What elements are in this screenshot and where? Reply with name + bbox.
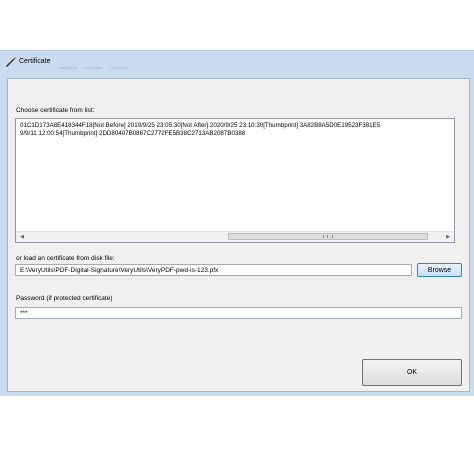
certificate-dialog: Certificate Signature Encryption Overwri… — [0, 50, 474, 396]
tab-overwrite: Overwrite — [110, 65, 128, 70]
window-title: Certificate — [19, 58, 51, 65]
tab-signature: Signature — [60, 65, 78, 70]
disk-file-label: or load an certificate from disk file: — [16, 255, 115, 262]
password-input[interactable]: *** — [15, 307, 462, 319]
ok-button[interactable]: OK — [362, 359, 462, 386]
dialog-client-area: Choose certificate from list: 01C1D173A8… — [7, 78, 470, 392]
certificate-pen-icon — [6, 57, 16, 67]
browse-button[interactable]: Browse — [417, 263, 462, 277]
tab-encryption: Encryption — [84, 65, 104, 70]
grip-icon — [323, 235, 333, 238]
scrollbar-thumb[interactable] — [228, 233, 428, 240]
certificate-list-item[interactable]: 9/9/11 12:00:54[Thumbprint] 2DD80407B086… — [20, 130, 245, 137]
background-tabs: Signature Encryption Overwrite — [60, 65, 133, 70]
horizontal-scrollbar[interactable]: ◀ ▶ — [16, 231, 454, 242]
title-bar: Certificate Signature Encryption Overwri… — [0, 51, 474, 76]
scroll-right-arrow-icon[interactable]: ▶ — [442, 232, 454, 242]
scroll-left-arrow-icon[interactable]: ◀ — [16, 232, 28, 242]
password-label: Password (if protected certificate) — [16, 295, 113, 302]
certificate-list-label: Choose certificate from list: — [16, 107, 95, 114]
certificate-file-path-input[interactable]: E:\VeryUtils\PDF-Digital-Signature\VeryU… — [15, 264, 412, 276]
certificate-list-item[interactable]: 01C1D173A8E418344F18[Not Before] 2019/9/… — [20, 122, 380, 129]
certificate-listbox[interactable]: 01C1D173A8E418344F18[Not Before] 2019/9/… — [15, 118, 455, 243]
